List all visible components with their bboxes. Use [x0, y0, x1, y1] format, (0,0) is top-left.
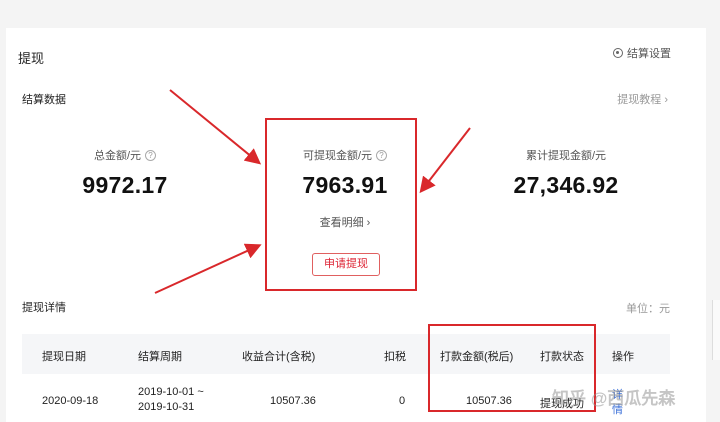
cumulative-withdrawn-value: 27,346.92 — [513, 172, 619, 198]
row-date: 2020-09-18 — [42, 395, 99, 407]
settlement-settings-label: 结算设置 — [627, 48, 671, 60]
unit-label: 单位：元 — [626, 303, 670, 315]
cumulative-withdrawn-stat: 累计提现金额/元 27,346.92 — [496, 147, 636, 199]
column-header-period: 结算周期 — [138, 351, 182, 363]
row-tax: 0 — [399, 395, 406, 407]
column-header-action: 操作 — [612, 351, 634, 363]
column-header-tax: 扣税 — [384, 351, 406, 363]
top-bar — [0, 0, 720, 12]
column-header-income: 收益合计(含税) — [242, 351, 316, 363]
highlight-box-available — [265, 118, 417, 291]
page-title: 提现 — [18, 51, 45, 66]
column-header-date: 提现日期 — [42, 351, 86, 363]
settlement-settings-button[interactable]: 结算设置 — [613, 45, 671, 61]
watermark: 知乎 @西瓜先森 — [552, 389, 676, 408]
row-period-end: 2019-10-31 — [138, 401, 195, 413]
withdraw-details-title: 提现详情 — [22, 302, 66, 314]
side-toolbar[interactable] — [712, 300, 720, 360]
withdraw-tutorial-link[interactable]: 提现教程 › — [617, 91, 668, 107]
cumulative-withdrawn-label: 累计提现金额/元 — [525, 150, 607, 162]
cumulative-withdrawn-label-row: 累计提现金额/元 — [496, 147, 636, 163]
total-amount-value: 9972.17 — [82, 172, 168, 198]
row-period-start: 2019-10-01 ~ — [138, 386, 204, 398]
help-icon[interactable]: ? — [145, 149, 157, 161]
total-amount-label: 总金额/元 — [93, 150, 142, 162]
gear-icon — [613, 48, 623, 58]
total-amount-stat: 总金额/元 ? 9972.17 — [60, 147, 190, 199]
total-amount-label-row: 总金额/元 ? — [60, 147, 190, 163]
settlement-data-title: 结算数据 — [22, 94, 66, 106]
row-income: 10507.36 — [270, 395, 316, 407]
